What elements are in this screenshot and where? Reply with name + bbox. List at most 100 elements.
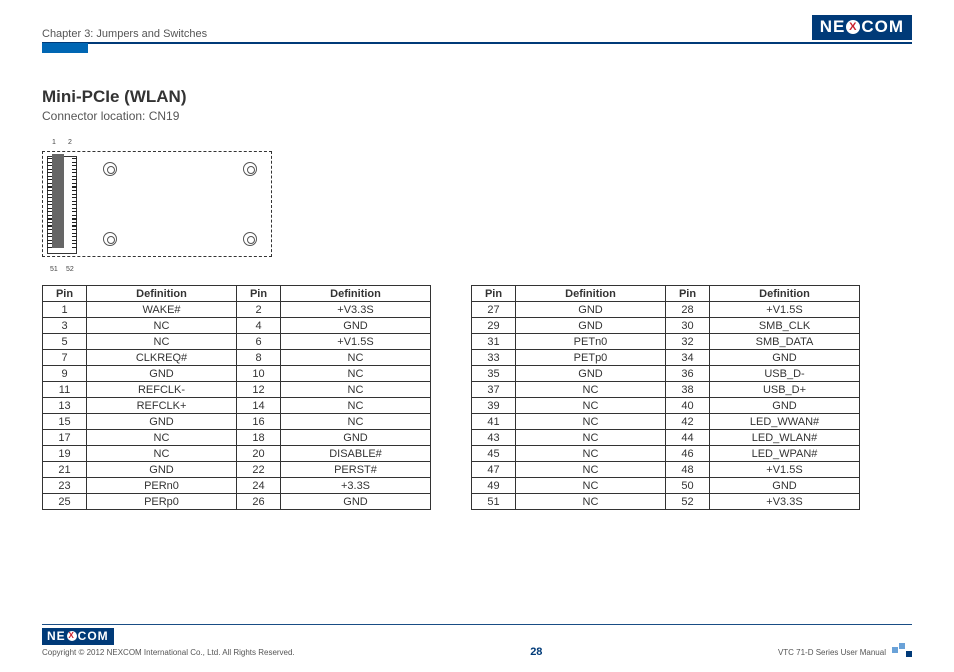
logo-x-icon: X — [846, 20, 860, 34]
pin-tick-icon — [72, 172, 77, 173]
pin-cell: 36 — [666, 366, 710, 382]
pin-cell: 6 — [237, 334, 281, 350]
definition-cell: NC — [87, 318, 237, 334]
pin-cell: 31 — [472, 334, 516, 350]
pin-tick-icon — [72, 179, 77, 180]
pin-tick-icon — [47, 218, 52, 219]
pin-cell: 20 — [237, 446, 281, 462]
pin-tick-icon — [47, 233, 52, 234]
pin-label-1: 1 — [52, 139, 56, 146]
definition-cell: PERp0 — [87, 494, 237, 510]
pin-tick-icon — [47, 183, 52, 184]
table-row: 51NC52+V3.3S — [472, 494, 860, 510]
definition-cell: NC — [87, 446, 237, 462]
pin-tick-icon — [72, 218, 77, 219]
pin-cell: 30 — [666, 318, 710, 334]
table-row: 27GND28+V1.5S — [472, 302, 860, 318]
pin-cell: 32 — [666, 334, 710, 350]
definition-cell: GND — [710, 350, 860, 366]
pin-cell: 8 — [237, 350, 281, 366]
logo-text-right: COM — [861, 17, 904, 37]
pin-tick-icon — [47, 190, 52, 191]
pin-tick-icon — [47, 247, 52, 248]
th-definition: Definition — [281, 286, 431, 302]
definition-cell: GND — [710, 478, 860, 494]
definition-cell: GND — [87, 462, 237, 478]
table-row: 49NC50GND — [472, 478, 860, 494]
pin-tick-icon — [47, 194, 52, 195]
th-definition: Definition — [516, 286, 666, 302]
definition-cell: SMB_CLK — [710, 318, 860, 334]
table-row: 41NC42LED_WWAN# — [472, 414, 860, 430]
pin-tick-icon — [47, 215, 52, 216]
copyright-text: Copyright © 2012 NEXCOM International Co… — [42, 648, 295, 657]
definition-cell: SMB_DATA — [710, 334, 860, 350]
logo-x-icon: X — [67, 631, 77, 641]
th-definition: Definition — [710, 286, 860, 302]
pin-tick-icon — [72, 240, 77, 241]
pin-cell: 44 — [666, 430, 710, 446]
table-row: 37NC38USB_D+ — [472, 382, 860, 398]
pin-cell: 21 — [43, 462, 87, 478]
pin-cell: 29 — [472, 318, 516, 334]
pin-cell: 39 — [472, 398, 516, 414]
th-pin: Pin — [237, 286, 281, 302]
logo-text-left: NE — [820, 17, 846, 37]
pin-cell: 14 — [237, 398, 281, 414]
definition-cell: GND — [281, 494, 431, 510]
pin-tick-icon — [47, 222, 52, 223]
pin-tick-icon — [72, 204, 77, 205]
definition-cell: LED_WLAN# — [710, 430, 860, 446]
pin-cell: 50 — [666, 478, 710, 494]
pin-cell: 3 — [43, 318, 87, 334]
definition-cell: NC — [87, 430, 237, 446]
pin-tick-icon — [47, 186, 52, 187]
definition-cell: +V3.3S — [281, 302, 431, 318]
definition-cell: GND — [281, 318, 431, 334]
definition-cell: NC — [516, 478, 666, 494]
pin-cell: 35 — [472, 366, 516, 382]
definition-cell: NC — [281, 366, 431, 382]
definition-cell: NC — [281, 350, 431, 366]
definition-cell: LED_WWAN# — [710, 414, 860, 430]
pin-tick-icon — [72, 197, 77, 198]
definition-cell: NC — [516, 494, 666, 510]
table-row: 7CLKREQ#8NC — [43, 350, 431, 366]
table-row: 15GND16NC — [43, 414, 431, 430]
pin-cell: 13 — [43, 398, 87, 414]
definition-cell: USB_D- — [710, 366, 860, 382]
table-row: 39NC40GND — [472, 398, 860, 414]
pin-cell: 2 — [237, 302, 281, 318]
definition-cell: NC — [281, 398, 431, 414]
pin-cell: 5 — [43, 334, 87, 350]
pin-cell: 48 — [666, 462, 710, 478]
pin-tick-icon — [72, 215, 77, 216]
definition-cell: WAKE# — [87, 302, 237, 318]
definition-cell: GND — [281, 430, 431, 446]
pin-tick-icon — [72, 186, 77, 187]
definition-cell: NC — [516, 462, 666, 478]
definition-cell: GND — [710, 398, 860, 414]
definition-cell: NC — [281, 414, 431, 430]
table-row: 35GND36USB_D- — [472, 366, 860, 382]
pin-cell: 34 — [666, 350, 710, 366]
table-row: 29GND30SMB_CLK — [472, 318, 860, 334]
table-row: 3NC4GND — [43, 318, 431, 334]
pin-label-2: 2 — [68, 139, 72, 146]
header-rule — [42, 42, 912, 44]
section-title: Mini-PCIe (WLAN) — [42, 87, 912, 107]
th-definition: Definition — [87, 286, 237, 302]
chapter-label: Chapter 3: Jumpers and Switches — [42, 28, 207, 40]
connector-diagram: 1 2 51 52 — [42, 141, 272, 271]
footer-rule — [42, 624, 912, 626]
pin-tick-icon — [72, 183, 77, 184]
definition-cell: NC — [516, 398, 666, 414]
table-row: 45NC46LED_WPAN# — [472, 446, 860, 462]
pin-tick-icon — [47, 165, 52, 166]
pin-cell: 41 — [472, 414, 516, 430]
pin-tick-icon — [72, 225, 77, 226]
table-row: 9GND10NC — [43, 366, 431, 382]
definition-cell: REFCLK- — [87, 382, 237, 398]
pin-cell: 9 — [43, 366, 87, 382]
connector-location: Connector location: CN19 — [42, 109, 912, 123]
